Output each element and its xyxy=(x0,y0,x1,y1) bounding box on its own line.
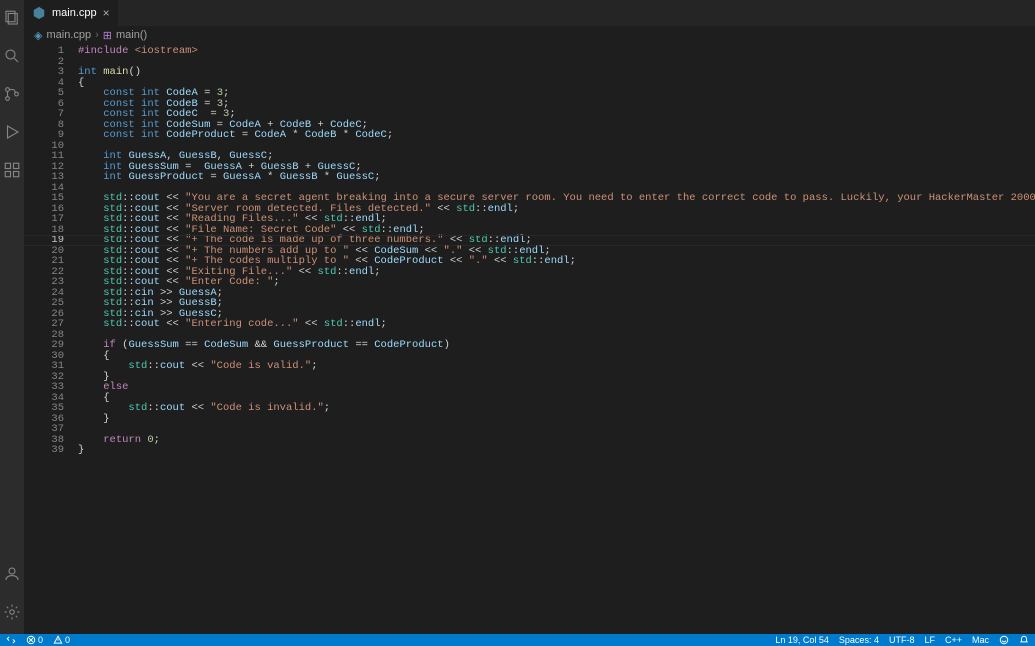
code-line[interactable]: #include <iostream> xyxy=(78,46,1035,57)
extensions-icon[interactable] xyxy=(0,158,24,182)
cpp-file-icon xyxy=(32,6,46,20)
code-line[interactable] xyxy=(78,424,1035,435)
language-mode[interactable]: C++ xyxy=(945,635,962,645)
code-line[interactable]: int main() xyxy=(78,67,1035,78)
code-line[interactable]: if (GuessSum == CodeSum && GuessProduct … xyxy=(78,340,1035,351)
warnings-count[interactable]: 0 xyxy=(53,635,70,645)
function-icon: ⊞ xyxy=(103,29,112,42)
breadcrumb-file[interactable]: main.cpp xyxy=(46,29,91,41)
code-line[interactable]: } xyxy=(78,372,1035,383)
code-area[interactable]: 1234567891011121314151617181920212223242… xyxy=(24,44,1035,634)
editor-area: main.cpp × ⋯ ◈ main.cpp › ⊞ main() 12345… xyxy=(24,0,1035,634)
tabs-row: main.cpp × ⋯ xyxy=(24,0,1035,26)
close-icon[interactable]: × xyxy=(103,6,110,20)
breadcrumb-symbol[interactable]: main() xyxy=(116,29,147,41)
encoding[interactable]: UTF-8 xyxy=(889,635,915,645)
tab-main-cpp[interactable]: main.cpp × xyxy=(24,0,119,26)
activity-bar xyxy=(0,0,24,634)
eol[interactable]: LF xyxy=(924,635,935,645)
os-indicator[interactable]: Mac xyxy=(972,635,989,645)
source-control-icon[interactable] xyxy=(0,82,24,106)
status-bar: 0 0 Ln 19, Col 54 Spaces: 4 UTF-8 LF C++… xyxy=(0,634,1035,646)
breadcrumbs[interactable]: ◈ main.cpp › ⊞ main() xyxy=(24,26,1035,44)
run-debug-icon[interactable] xyxy=(0,120,24,144)
settings-icon[interactable] xyxy=(0,600,24,624)
remote-indicator[interactable] xyxy=(6,635,16,645)
code-line[interactable]: } xyxy=(78,414,1035,425)
code-line[interactable]: const int CodeProduct = CodeA * CodeB * … xyxy=(78,130,1035,141)
explorer-icon[interactable] xyxy=(0,6,24,30)
chevron-right-icon: › xyxy=(95,29,99,41)
code-line[interactable]: std::cout << "Entering code..." << std::… xyxy=(78,319,1035,330)
search-icon[interactable] xyxy=(0,44,24,68)
code-line[interactable]: std::cout << "Code is invalid."; xyxy=(78,403,1035,414)
code-line[interactable]: int GuessProduct = GuessA * GuessB * Gue… xyxy=(78,172,1035,183)
code-line[interactable]: return 0; xyxy=(78,435,1035,446)
cursor-position[interactable]: Ln 19, Col 54 xyxy=(775,635,829,645)
account-icon[interactable] xyxy=(0,562,24,586)
errors-count[interactable]: 0 xyxy=(26,635,43,645)
feedback-icon[interactable] xyxy=(999,635,1009,645)
code-line[interactable] xyxy=(78,57,1035,68)
code-line[interactable]: } xyxy=(78,445,1035,456)
indentation[interactable]: Spaces: 4 xyxy=(839,635,879,645)
line-gutter: 1234567891011121314151617181920212223242… xyxy=(24,44,78,634)
code-line[interactable]: else xyxy=(78,382,1035,393)
code-content[interactable]: #include <iostream>int main(){ const int… xyxy=(78,44,1035,634)
tab-label: main.cpp xyxy=(52,7,97,19)
notifications-icon[interactable] xyxy=(1019,635,1029,645)
code-line[interactable]: std::cout << "Code is valid."; xyxy=(78,361,1035,372)
cpp-file-icon: ◈ xyxy=(34,29,42,42)
